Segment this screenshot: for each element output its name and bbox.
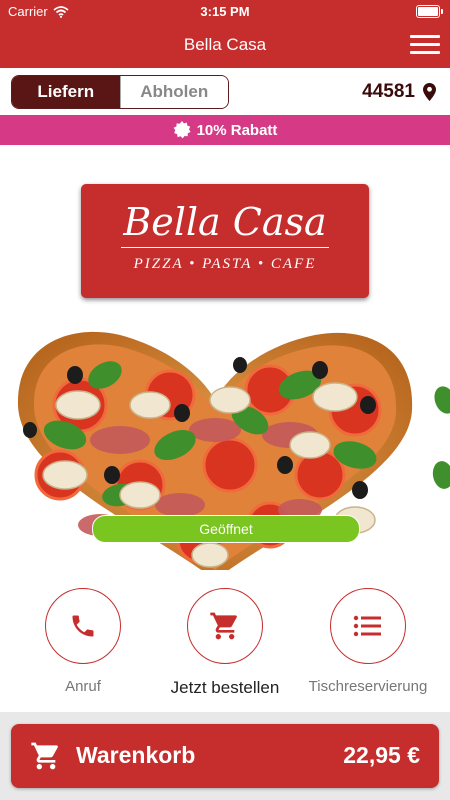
delivery-toggle: Liefern Abholen [11, 75, 229, 109]
call-action[interactable]: Anruf [8, 588, 158, 695]
cart-icon [210, 612, 237, 640]
footer-bar: Warenkorb 22,95 € [0, 712, 450, 800]
menu-icon[interactable] [410, 35, 440, 55]
discount-text: 10% Rabatt [196, 121, 278, 139]
logo-tagline: PIZZA • PASTA • CAFE [133, 256, 317, 272]
order-button[interactable] [187, 588, 263, 664]
list-icon [353, 615, 381, 637]
restaurant-logo: Bella Casa PIZZA • PASTA • CAFE [81, 184, 369, 298]
reservation-label: Tischreservierung [308, 678, 428, 695]
quick-actions: Anruf Jetzt bestellen Tischreservierung [0, 570, 450, 712]
cart-label: Warenkorb [76, 742, 196, 768]
cart-icon [31, 742, 58, 770]
status-time: 3:15 PM [200, 4, 250, 19]
call-button[interactable] [45, 588, 121, 664]
zip-selector[interactable]: 44581 [362, 81, 436, 103]
reservation-button[interactable] [330, 588, 406, 664]
open-status-button[interactable]: Geöffnet [92, 515, 360, 543]
call-label: Anruf [65, 678, 101, 695]
discount-banner[interactable]: 10% Rabatt [0, 115, 450, 145]
zip-code: 44581 [362, 81, 415, 102]
location-pin-icon [423, 83, 436, 101]
delivery-bar: Liefern Abholen 44581 [0, 68, 450, 116]
page-title: Bella Casa [183, 35, 267, 54]
order-label: Jetzt bestellen [170, 678, 280, 697]
badge-icon [173, 121, 191, 139]
battery-icon [416, 5, 443, 18]
pickup-tab[interactable]: Abholen [119, 76, 228, 108]
cart-button[interactable]: Warenkorb 22,95 € [11, 724, 439, 788]
nav-bar: Bella Casa [0, 22, 450, 68]
order-action[interactable]: Jetzt bestellen [150, 588, 300, 698]
logo-divider [121, 247, 329, 248]
phone-icon [72, 615, 94, 637]
reservation-action[interactable]: Tischreservierung [293, 588, 443, 695]
status-bar: Carrier 3:15 PM [0, 0, 450, 22]
deliver-tab[interactable]: Liefern [12, 76, 120, 108]
cart-total: 22,95 € [343, 742, 420, 768]
logo-name: Bella Casa [123, 200, 327, 244]
